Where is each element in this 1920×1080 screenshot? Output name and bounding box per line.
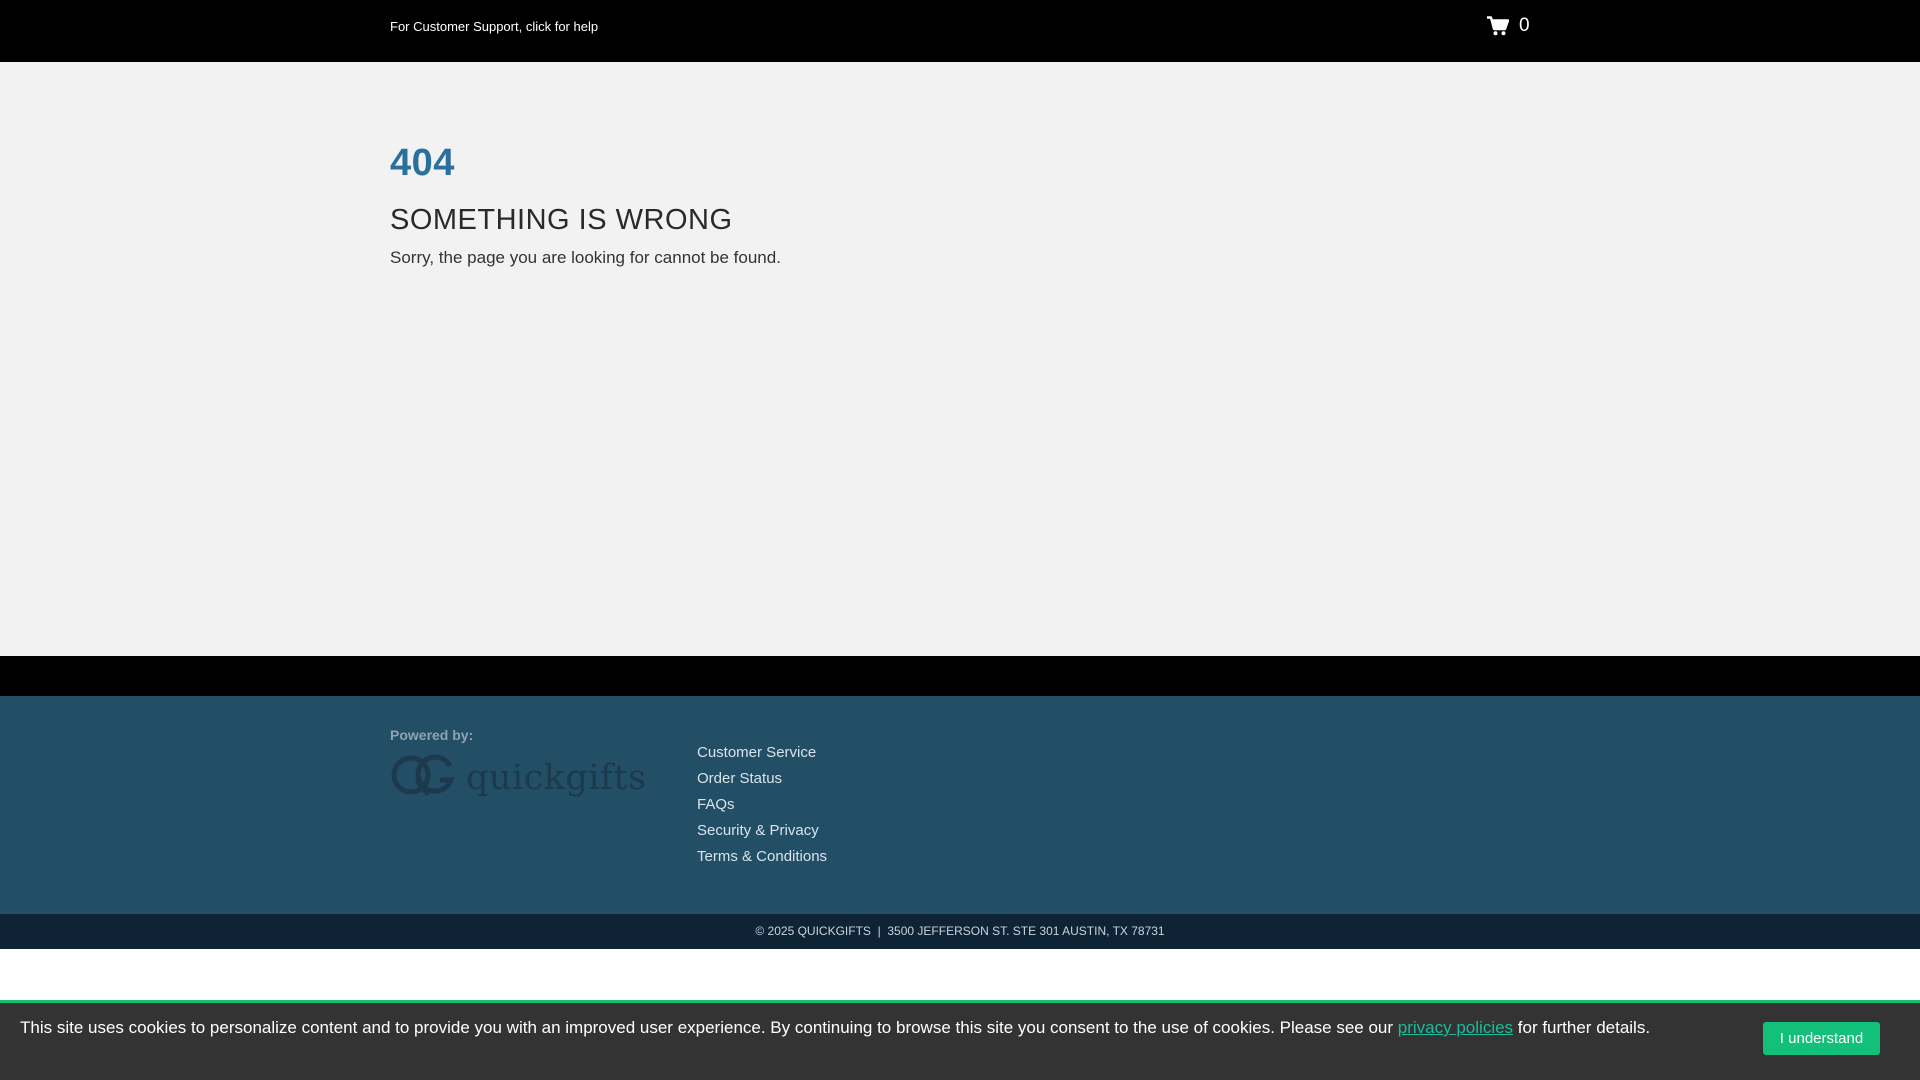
copyright-bar: © 2025 QUICKGIFTS | 3500 JEFFERSON ST. S… (0, 914, 1920, 949)
qg-logo-icon (390, 754, 456, 801)
cookie-text-after: for further details. (1513, 1018, 1651, 1037)
error-message: Sorry, the page you are looking for cann… (390, 248, 781, 267)
footer-divider (0, 656, 1920, 696)
customer-support-link[interactable]: For Customer Support, click for help (390, 19, 598, 34)
cookie-banner: This site uses cookies to personalize co… (0, 1000, 1920, 1080)
footer-link-terms-conditions[interactable]: Terms & Conditions (697, 848, 827, 874)
cookie-message: This site uses cookies to personalize co… (20, 1016, 1720, 1039)
shopping-cart-icon (1487, 16, 1509, 36)
cookie-accept-button[interactable]: I understand (1763, 1022, 1880, 1055)
footer-links: Customer Service Order Status FAQs Secur… (697, 744, 827, 874)
error-code: 404 (390, 142, 455, 184)
footer-link-customer-service[interactable]: Customer Service (697, 744, 827, 770)
footer-link-order-status[interactable]: Order Status (697, 770, 827, 796)
page: For Customer Support, click for help 0 4… (0, 0, 1920, 1080)
cart-button[interactable]: 0 (1487, 15, 1530, 37)
logo-wordmark: quickgifts (466, 757, 647, 798)
footer-link-faqs[interactable]: FAQs (697, 796, 827, 822)
main-content: 404 SOMETHING IS WRONG Sorry, the page y… (0, 62, 1920, 656)
cart-count: 0 (1519, 15, 1530, 36)
powered-by-label: Powered by: (390, 727, 474, 743)
top-bar: For Customer Support, click for help 0 (0, 0, 1920, 62)
error-title: SOMETHING IS WRONG (390, 204, 733, 236)
copyright-text: © 2025 QUICKGIFTS | 3500 JEFFERSON ST. S… (755, 924, 1165, 938)
footer-link-security-privacy[interactable]: Security & Privacy (697, 822, 827, 848)
quickgifts-logo[interactable]: quickgifts (390, 754, 647, 801)
page-bottom-spacer (0, 949, 1920, 1000)
cookie-text-before: This site uses cookies to personalize co… (20, 1018, 1398, 1037)
privacy-policies-link[interactable]: privacy policies (1398, 1018, 1513, 1037)
footer: Powered by: quickgifts Customer Service … (0, 696, 1920, 914)
